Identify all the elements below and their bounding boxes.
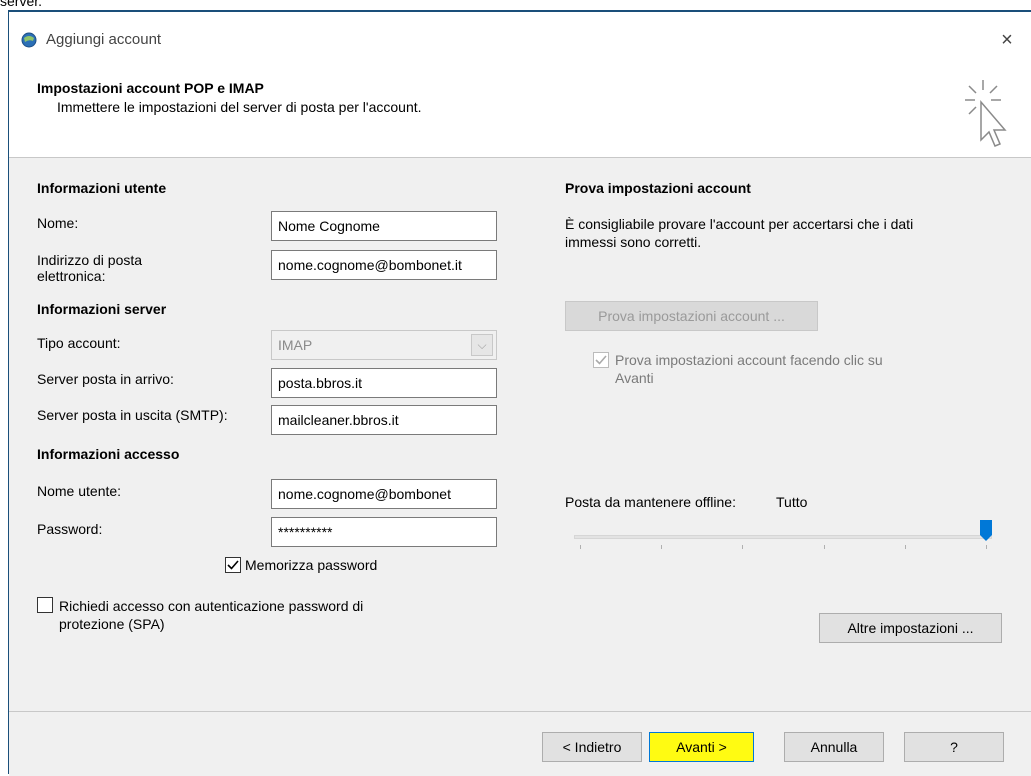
offline-mail-label: Posta da mantenere offline: bbox=[565, 494, 736, 510]
help-button[interactable]: ? bbox=[904, 732, 1004, 762]
cursor-sparkle-icon bbox=[957, 76, 1009, 152]
section-server-info: Informazioni server bbox=[37, 301, 167, 317]
auto-test-checkbox bbox=[593, 352, 609, 368]
email-field[interactable]: nome.cognome@bombonet.it bbox=[271, 250, 497, 280]
name-field[interactable]: Nome Cognome bbox=[271, 211, 497, 241]
slider-tick bbox=[661, 545, 662, 549]
spa-checkbox[interactable] bbox=[37, 597, 53, 613]
slider-tick bbox=[580, 545, 581, 549]
password-label: Password: bbox=[37, 521, 103, 537]
outgoing-server-field[interactable]: mailcleaner.bbros.it bbox=[271, 405, 497, 435]
page-subtitle: Immettere le impostazioni del server di … bbox=[57, 99, 422, 115]
test-desc-line1: È consigliabile provare l'account per ac… bbox=[565, 216, 914, 232]
remember-password-label: Memorizza password bbox=[245, 557, 378, 573]
name-label: Nome: bbox=[37, 215, 79, 231]
incoming-server-field[interactable]: posta.bbros.it bbox=[271, 368, 497, 398]
section-user-info: Informazioni utente bbox=[37, 180, 167, 196]
offline-slider-thumb[interactable] bbox=[980, 520, 992, 542]
wizard-header: Impostazioni account POP e IMAP Immetter… bbox=[9, 66, 1031, 158]
auto-test-label: Prova impostazioni account facendo clic … bbox=[615, 351, 883, 387]
background-fragment: server. bbox=[0, 0, 1031, 10]
email-label-line1: Indirizzo di posta bbox=[37, 252, 143, 268]
email-field-value: nome.cognome@bombonet.it bbox=[278, 257, 462, 273]
back-button[interactable]: < Indietro bbox=[542, 732, 642, 762]
spa-label-line1: Richiedi accesso con autenticazione pass… bbox=[59, 598, 364, 614]
slider-tick bbox=[905, 545, 906, 549]
page-title: Impostazioni account POP e IMAP bbox=[37, 80, 264, 96]
slider-tick bbox=[824, 545, 825, 549]
cancel-button[interactable]: Annulla bbox=[784, 732, 884, 762]
remember-password-checkbox[interactable] bbox=[225, 557, 241, 573]
test-account-button: Prova impostazioni account ... bbox=[565, 301, 818, 331]
outgoing-server-label: Server posta in uscita (SMTP): bbox=[37, 407, 228, 423]
next-button[interactable]: Avanti > bbox=[649, 732, 754, 762]
auto-test-line1: Prova impostazioni account facendo clic … bbox=[615, 352, 883, 368]
checkmark-icon bbox=[227, 560, 239, 570]
checkmark-icon bbox=[595, 355, 607, 365]
add-account-dialog: Aggiungi account × Impostazioni account … bbox=[8, 10, 1031, 776]
account-type-value: IMAP bbox=[278, 337, 313, 353]
offline-mail-value: Tutto bbox=[776, 494, 808, 510]
fragment-text: server. bbox=[0, 0, 43, 9]
account-type-label: Tipo account: bbox=[37, 335, 121, 351]
spa-label-line2: protezione (SPA) bbox=[59, 616, 165, 632]
email-label-line2: elettronica: bbox=[37, 268, 106, 284]
slider-tick bbox=[986, 545, 987, 549]
outlook-globe-icon bbox=[21, 32, 37, 48]
username-label: Nome utente: bbox=[37, 483, 122, 499]
spa-label: Richiedi accesso con autenticazione pass… bbox=[59, 597, 363, 633]
wizard-footer: < Indietro Avanti > Annulla ? bbox=[9, 711, 1031, 776]
auto-test-line2: Avanti bbox=[615, 370, 654, 386]
window-title: Aggiungi account bbox=[46, 31, 162, 48]
offline-slider-track[interactable] bbox=[574, 535, 992, 539]
slider-tick bbox=[742, 545, 743, 549]
section-test-settings: Prova impostazioni account bbox=[565, 180, 751, 196]
close-icon[interactable]: × bbox=[993, 26, 1021, 54]
more-settings-button[interactable]: Altre impostazioni ... bbox=[819, 613, 1002, 643]
chevron-down-icon: ⌵ bbox=[471, 334, 493, 356]
test-desc-line2: immessi sono corretti. bbox=[565, 234, 702, 250]
email-label: Indirizzo di posta elettronica: bbox=[37, 252, 142, 284]
account-type-select: IMAP ⌵ bbox=[271, 330, 497, 360]
test-description: È consigliabile provare l'account per ac… bbox=[565, 215, 913, 251]
incoming-server-label: Server posta in arrivo: bbox=[37, 371, 174, 387]
section-login-info: Informazioni accesso bbox=[37, 446, 180, 462]
password-field[interactable]: ********** bbox=[271, 517, 497, 547]
title-bar: Aggiungi account × bbox=[9, 12, 1031, 66]
username-field[interactable]: nome.cognome@bombonet bbox=[271, 479, 497, 509]
